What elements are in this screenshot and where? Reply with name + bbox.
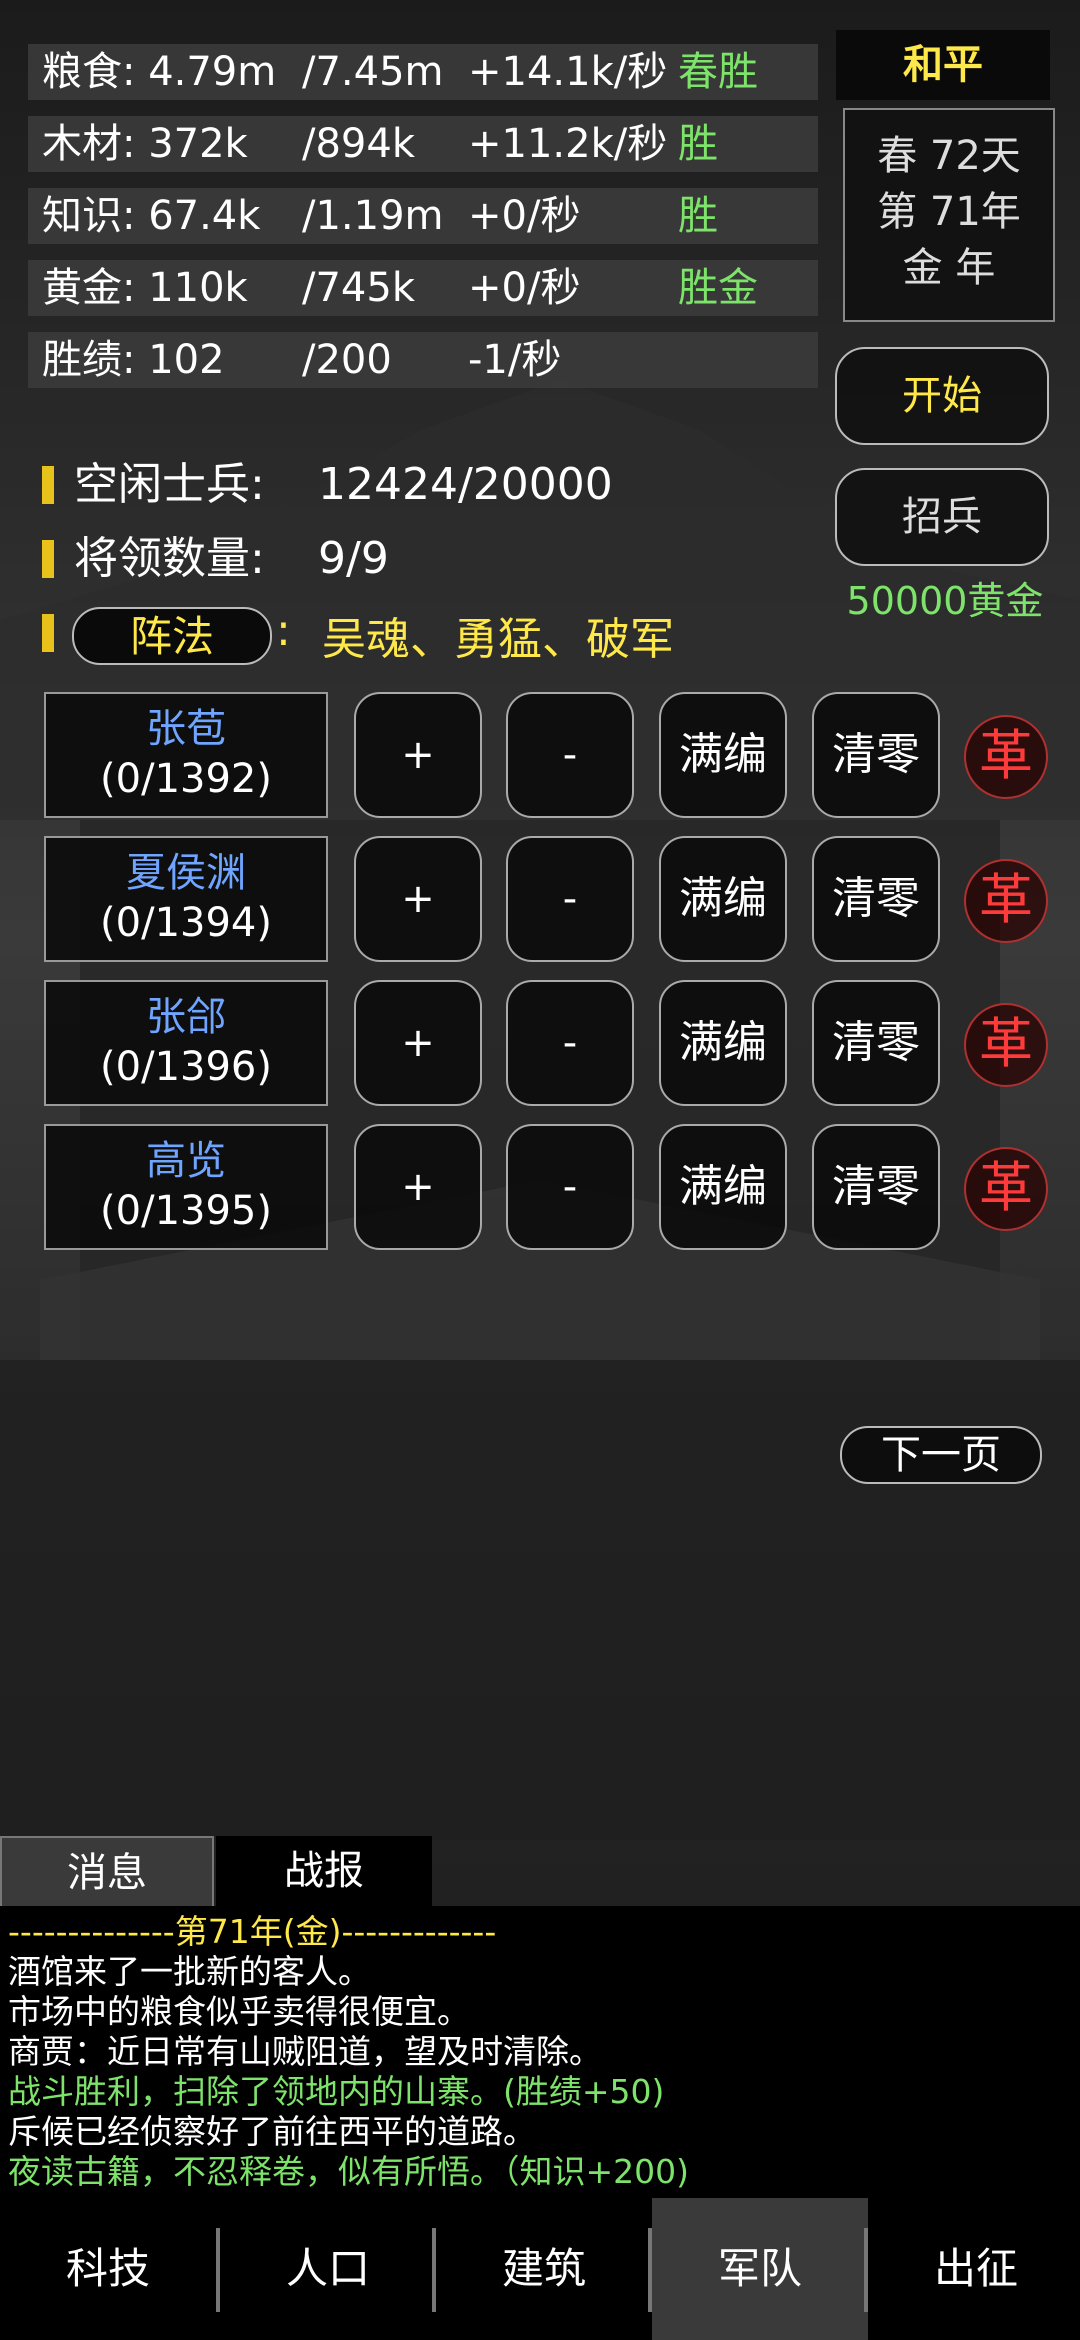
peace-status: 和平 (836, 30, 1050, 100)
add-troops-button[interactable]: + (354, 836, 482, 962)
idle-soldiers-label: 空闲士兵: (74, 459, 265, 510)
resource-name: 木材: 372k (42, 121, 248, 167)
idle-soldiers-value: 12424/20000 (318, 459, 613, 510)
general-troops: (0/1396) (100, 1044, 272, 1090)
general-troops: (0/1392) (100, 756, 272, 802)
resource-name: 黄金: 110k (42, 265, 248, 311)
log-line: 酒馆来了一批新的客人。 (8, 1952, 371, 1991)
clear-troops-button[interactable]: 清零 (812, 692, 940, 818)
resource-rate: +0/秒 (468, 265, 581, 311)
bullet-bar (42, 540, 54, 578)
resource-row-gold: 黄金: 110k /745k +0/秒 胜金 (28, 260, 818, 316)
log-line: 战斗胜利，扫除了领地内的山寨。(胜绩+50) (8, 2072, 665, 2111)
general-name: 夏侯渊 (126, 850, 246, 896)
formation-colon: : (276, 605, 291, 656)
resource-cap: /7.45m (302, 49, 444, 95)
bullet-bar (42, 614, 54, 652)
message-log: --------------第71年(金)------------- 酒馆来了一批… (0, 1906, 1080, 2198)
recruit-cost: 50000黄金 (846, 579, 1044, 623)
add-troops-button[interactable]: + (354, 1124, 482, 1250)
fill-troops-button[interactable]: 满编 (659, 980, 787, 1106)
date-day: 春 72天 (877, 133, 1021, 179)
nav-expedition[interactable]: 出征 (868, 2198, 1080, 2340)
log-line: 市场中的粮食似乎卖得很便宜。 (8, 1992, 470, 2031)
resource-tag: 胜金 (678, 265, 758, 311)
resource-rate: +11.2k/秒 (468, 121, 668, 167)
general-card[interactable]: 张苞 (0/1392) (44, 692, 328, 818)
nav-army[interactable]: 军队 (652, 2198, 868, 2340)
nav-tech[interactable]: 科技 (0, 2198, 216, 2340)
date-year: 第 71年 (877, 189, 1021, 235)
general-card[interactable]: 张郃 (0/1396) (44, 980, 328, 1106)
general-name: 张郃 (146, 994, 226, 1040)
dismiss-general-button[interactable]: 革 (964, 715, 1048, 799)
resource-row-grain: 粮食: 4.79m /7.45m +14.1k/秒 春胜 (28, 44, 818, 100)
add-troops-button[interactable]: + (354, 980, 482, 1106)
resource-name: 粮食: 4.79m (42, 49, 277, 95)
resource-cap: /200 (302, 337, 392, 383)
dismiss-general-button[interactable]: 革 (964, 1003, 1048, 1087)
resource-rate: -1/秒 (468, 337, 562, 383)
resource-rate: +14.1k/秒 (468, 49, 668, 95)
resource-row-knowledge: 知识: 67.4k /1.19m +0/秒 胜 (28, 188, 818, 244)
formation-value: 吴魂、勇猛、破军 (322, 614, 674, 665)
fill-troops-button[interactable]: 满编 (659, 692, 787, 818)
dismiss-general-button[interactable]: 革 (964, 859, 1048, 943)
tab-messages[interactable]: 消息 (0, 1836, 214, 1906)
clear-troops-button[interactable]: 清零 (812, 980, 940, 1106)
general-card[interactable]: 高览 (0/1395) (44, 1124, 328, 1250)
resource-name: 知识: 67.4k (42, 193, 261, 239)
remove-troops-button[interactable]: - (506, 980, 634, 1106)
general-count-label: 将领数量: (74, 533, 265, 584)
general-troops: (0/1394) (100, 900, 272, 946)
resource-cap: /894k (302, 121, 415, 167)
formation-button[interactable]: 阵法 (72, 607, 272, 665)
general-count-value: 9/9 (318, 533, 389, 584)
add-troops-button[interactable]: + (354, 692, 482, 818)
bullet-bar (42, 466, 54, 504)
resource-cap: /745k (302, 265, 415, 311)
start-button[interactable]: 开始 (835, 347, 1049, 445)
resource-name: 胜绩: 102 (42, 337, 225, 383)
general-count-line: 将领数量: 9/9 (42, 534, 802, 584)
general-name: 张苞 (146, 706, 226, 752)
dismiss-general-button[interactable]: 革 (964, 1147, 1048, 1231)
remove-troops-button[interactable]: - (506, 836, 634, 962)
log-line: 斥候已经侦察好了前往西平的道路。 (8, 2112, 536, 2151)
nav-population[interactable]: 人口 (220, 2198, 436, 2340)
nav-buildings[interactable]: 建筑 (436, 2198, 652, 2340)
general-card[interactable]: 夏侯渊 (0/1394) (44, 836, 328, 962)
resource-tag: 春胜 (678, 49, 758, 95)
clear-troops-button[interactable]: 清零 (812, 1124, 940, 1250)
resource-tag: 胜 (678, 121, 718, 167)
tab-reports[interactable]: 战报 (216, 1836, 432, 1906)
remove-troops-button[interactable]: - (506, 692, 634, 818)
clear-troops-button[interactable]: 清零 (812, 836, 940, 962)
recruit-button[interactable]: 招兵 (835, 468, 1049, 566)
date-element-year: 金 年 (902, 245, 996, 291)
remove-troops-button[interactable]: - (506, 1124, 634, 1250)
general-name: 高览 (146, 1138, 226, 1184)
resource-rate: +0/秒 (468, 193, 581, 239)
idle-soldiers-line: 空闲士兵: 12424/20000 (42, 460, 802, 510)
log-line: 商贾：近日常有山贼阻道，望及时清除。 (8, 2032, 602, 2071)
resource-row-victory: 胜绩: 102 /200 -1/秒 (28, 332, 818, 388)
next-page-button[interactable]: 下一页 (840, 1426, 1042, 1484)
fill-troops-button[interactable]: 满编 (659, 836, 787, 962)
resource-cap: /1.19m (302, 193, 444, 239)
date-panel: 春 72天 第 71年 金 年 (843, 108, 1055, 322)
resource-tag: 胜 (678, 193, 718, 239)
log-line: --------------第71年(金)------------- (8, 1912, 497, 1951)
log-line: 夜读古籍，不忍释卷，似有所悟。（知识+200) (8, 2152, 690, 2191)
general-troops: (0/1395) (100, 1188, 272, 1234)
fill-troops-button[interactable]: 满编 (659, 1124, 787, 1250)
resource-row-wood: 木材: 372k /894k +11.2k/秒 胜 (28, 116, 818, 172)
bottom-nav: 科技 人口 建筑 军队 出征 (0, 2198, 1080, 2340)
